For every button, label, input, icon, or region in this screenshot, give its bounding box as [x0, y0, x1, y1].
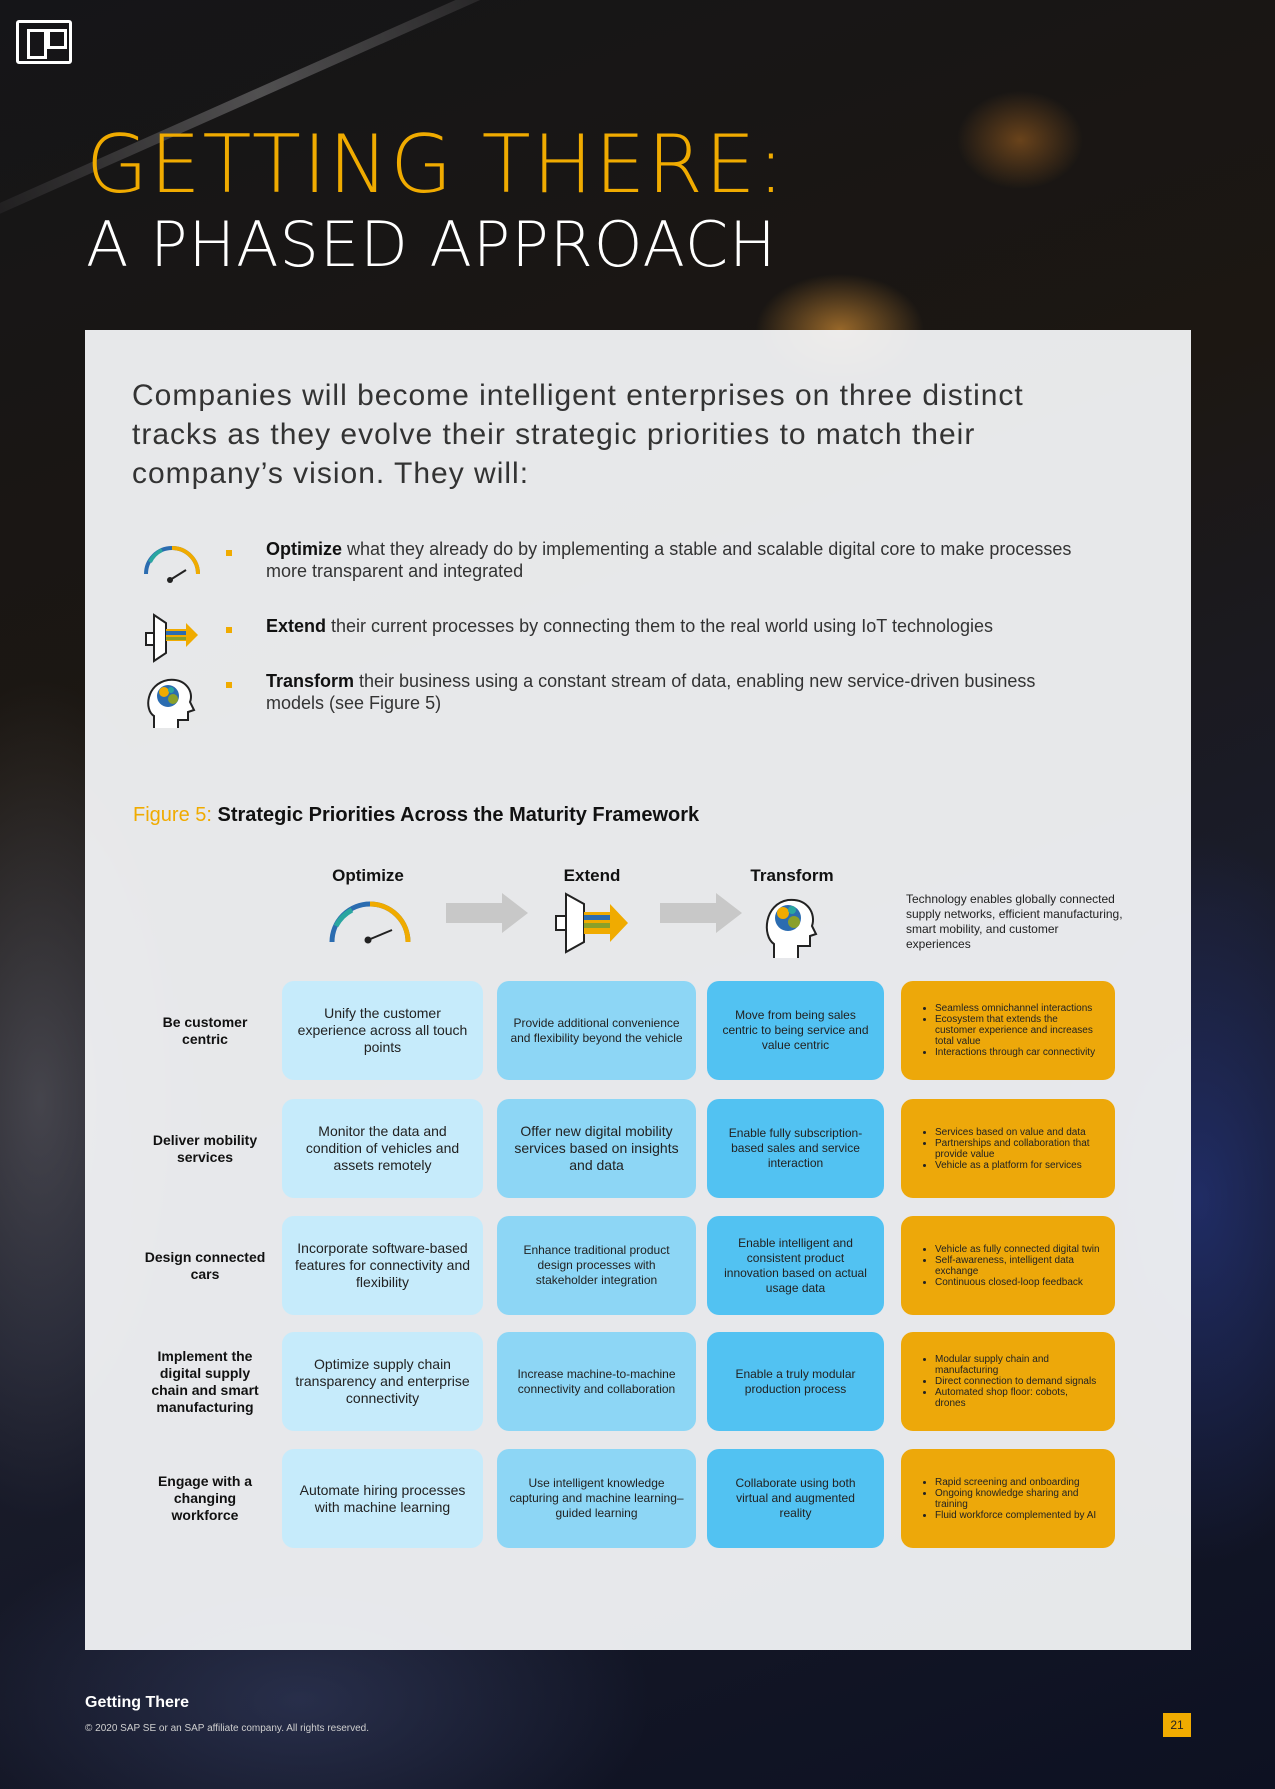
cell-transform: Enable intelligent and consistent produc… — [707, 1216, 884, 1315]
list-item: Continuous closed-loop feedback — [935, 1277, 1101, 1288]
bullet-marker — [226, 682, 232, 688]
cell-transform: Enable a truly modular production proces… — [707, 1332, 884, 1431]
list-item: Ecosystem that extends the customer expe… — [935, 1014, 1101, 1047]
list-item: Partnerships and collaboration that prov… — [935, 1138, 1101, 1160]
footer-copyright: © 2020 SAP SE or an SAP affiliate compan… — [85, 1723, 370, 1734]
list-item: Self-awareness, intelligent data exchang… — [935, 1255, 1101, 1277]
technology-list: Seamless omnichannel interactions Ecosys… — [919, 1003, 1101, 1058]
cell-technology: Modular supply chain and manufacturing D… — [901, 1332, 1115, 1431]
list-item: Automated shop floor: cobots, drones — [935, 1387, 1101, 1409]
row-label-connected-cars: Design connected cars — [144, 1248, 266, 1282]
column-header-transform: Transform — [750, 866, 834, 885]
cell-technology: Rapid screening and onboarding Ongoing k… — [901, 1449, 1115, 1548]
cell-optimize: Monitor the data and condition of vehicl… — [282, 1099, 483, 1198]
row-label-workforce: Engage with a changing workforce — [157, 1473, 253, 1523]
arrow-right-icon — [446, 893, 528, 933]
brain-head-icon — [765, 898, 818, 958]
row-label-customer-centric: Be customer centric — [162, 1013, 248, 1047]
gauge-icon — [329, 901, 411, 944]
cell-extend: Use intelligent knowledge capturing and … — [497, 1449, 696, 1548]
figure-title: Figure 5: Strategic Priorities Across th… — [133, 804, 700, 826]
list-item: Direct connection to demand signals — [935, 1376, 1101, 1387]
cell-optimize: Optimize supply chain transparency and e… — [282, 1332, 483, 1431]
list-item: Services based on value and data — [935, 1127, 1101, 1138]
list-item: Rapid screening and onboarding — [935, 1477, 1101, 1488]
list-item: Modular supply chain and manufacturing — [935, 1354, 1101, 1376]
list-item: Interactions through car connectivity — [935, 1047, 1101, 1058]
row-label-supply-chain: Implement the digital supply chain and s… — [151, 1347, 259, 1415]
list-item: Seamless omnichannel interactions — [935, 1003, 1101, 1014]
arrow-right-icon — [660, 893, 742, 933]
bullet-text: Transform their business using a constan… — [266, 671, 1036, 713]
column-header-optimize: Optimize — [332, 866, 404, 885]
brain-head-icon — [147, 678, 196, 728]
extend-arrow-icon — [145, 613, 198, 663]
column-header-extend: Extend — [563, 866, 621, 885]
cell-technology: Vehicle as fully connected digital twin … — [901, 1216, 1115, 1315]
cell-optimize: Unify the customer experience across all… — [282, 981, 483, 1080]
cell-transform: Enable fully subscription-based sales an… — [707, 1099, 884, 1198]
technology-list: Vehicle as fully connected digital twin … — [919, 1244, 1101, 1288]
cell-extend: Provide additional convenience and flexi… — [497, 981, 696, 1080]
list-item: Fluid workforce complemented by AI — [935, 1510, 1101, 1521]
bullet-marker — [226, 550, 232, 556]
cell-optimize: Automate hiring processes with machine l… — [282, 1449, 483, 1548]
list-item: Ongoing knowledge sharing and training — [935, 1488, 1101, 1510]
footer-section-title: Getting There — [85, 1694, 190, 1711]
technology-list: Modular supply chain and manufacturing D… — [919, 1354, 1101, 1409]
gauge-icon — [144, 546, 200, 583]
extend-arrow-icon — [555, 892, 628, 954]
bullet-text: Optimize what they already do by impleme… — [266, 539, 1072, 581]
intro-paragraph: Companies will become intelligent enterp… — [132, 379, 1024, 490]
page-subtitle: A PHASED APPROACH — [86, 208, 777, 281]
cell-optimize: Incorporate software-based features for … — [282, 1216, 483, 1315]
cell-technology: Seamless omnichannel interactions Ecosys… — [901, 981, 1115, 1080]
row-label-mobility-services: Deliver mobility services — [152, 1131, 258, 1165]
page-title: GETTING THERE: — [86, 118, 787, 211]
bullet-text: Extend their current processes by connec… — [266, 616, 994, 636]
list-item: Vehicle as a platform for services — [935, 1160, 1101, 1171]
technology-note: Technology enables globally connected su… — [906, 892, 1123, 951]
cell-extend: Offer new digital mobility services base… — [497, 1099, 696, 1198]
technology-list: Rapid screening and onboarding Ongoing k… — [919, 1477, 1101, 1521]
list-item: Vehicle as fully connected digital twin — [935, 1244, 1101, 1255]
cell-extend: Increase machine-to-machine connectivity… — [497, 1332, 696, 1431]
document-logo-icon — [16, 20, 72, 64]
technology-list: Services based on value and data Partner… — [919, 1127, 1101, 1171]
page-number: 21 — [1163, 1713, 1191, 1737]
cell-transform: Move from being sales centric to being s… — [707, 981, 884, 1080]
cell-transform: Collaborate using both virtual and augme… — [707, 1449, 884, 1548]
cell-technology: Services based on value and data Partner… — [901, 1099, 1115, 1198]
bullet-marker — [226, 627, 232, 633]
cell-extend: Enhance traditional product design proce… — [497, 1216, 696, 1315]
